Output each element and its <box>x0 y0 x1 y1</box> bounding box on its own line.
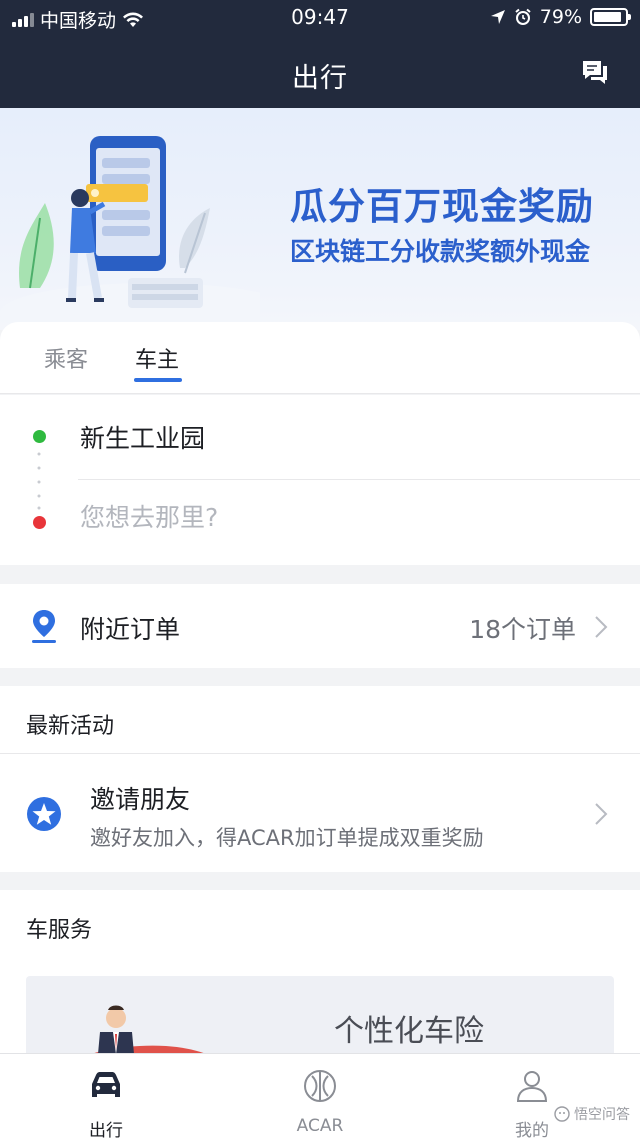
tabbar-item-travel[interactable]: 出行 <box>46 1054 166 1138</box>
status-bar: 中国移动 09:47 79% <box>0 0 640 36</box>
alarm-icon <box>515 8 531 25</box>
chevron-right-icon <box>595 803 608 825</box>
invite-description: 邀好友加入，得ACAR加订单提成双重奖励 <box>90 826 484 850</box>
acar-logo-icon <box>304 1070 336 1102</box>
tabbar-label-acar: ACAR <box>296 1116 344 1136</box>
car-service-section: 车服务 个性化车险 <box>0 890 640 1086</box>
nearby-orders-row[interactable]: 附近订单 18个订单 <box>0 584 640 668</box>
origin-field[interactable]: 新生工业园 <box>80 419 205 455</box>
tabbar-label-travel: 出行 <box>89 1121 123 1138</box>
tab-passenger[interactable]: 乘客 <box>44 342 88 374</box>
banner-illustration <box>0 136 260 330</box>
app-screen: 中国移动 09:47 79% 出行 瓜分百万现金奖励 区块链工分收款奖额外现金 … <box>0 0 640 1138</box>
active-tab-indicator <box>134 378 182 382</box>
banner-subtitle: 区块链工分收款奖额外现金 <box>290 237 591 266</box>
invite-friends-item[interactable]: 邀请朋友 邀好友加入，得ACAR加订单提成双重奖励 <box>0 754 640 872</box>
tabbar-item-acar[interactable]: ACAR <box>260 1054 380 1138</box>
nearby-orders-label: 附近订单 <box>80 615 181 644</box>
watermark-text: 悟空问答 <box>574 1107 630 1123</box>
watermark-logo-icon <box>554 1106 570 1122</box>
user-icon <box>516 1071 548 1102</box>
car-insurance-title: 个性化车险 <box>334 1014 484 1049</box>
tab-driver[interactable]: 车主 <box>135 342 179 374</box>
star-badge-icon <box>27 797 61 831</box>
chevron-right-icon <box>595 616 608 638</box>
location-pin-icon <box>32 610 56 643</box>
watermark: 悟空问答 <box>554 1104 630 1124</box>
nearby-orders-count: 18个订单 <box>469 615 576 644</box>
car-icon <box>92 1072 120 1097</box>
banner-title: 瓜分百万现金奖励 <box>290 185 594 228</box>
latest-activity-section: 最新活动 邀请朋友 邀好友加入，得ACAR加订单提成双重奖励 <box>0 686 640 872</box>
bottom-tab-bar: 出行 ACAR 我的 <box>0 1053 640 1138</box>
origin-dot-icon <box>33 430 46 443</box>
activity-section-title: 最新活动 <box>26 714 115 739</box>
route-dotted-line <box>37 452 41 510</box>
location-arrow-icon <box>490 10 505 24</box>
status-right: 79% <box>490 6 631 28</box>
service-section-title: 车服务 <box>26 918 93 943</box>
battery-icon <box>590 8 631 26</box>
promo-banner[interactable]: 瓜分百万现金奖励 区块链工分收款奖额外现金 <box>0 108 640 330</box>
tabbar-item-mine[interactable]: 我的 <box>472 1054 592 1138</box>
page-title: 出行 <box>292 63 348 94</box>
destination-dot-icon <box>33 516 46 529</box>
route-divider <box>78 479 640 480</box>
top-bar: 中国移动 09:47 79% 出行 <box>0 0 640 108</box>
route-card: 新生工业园 <box>0 395 640 565</box>
chat-bubbles-icon[interactable] <box>580 58 610 86</box>
invite-title: 邀请朋友 <box>90 785 191 814</box>
battery-percent: 79% <box>539 6 582 28</box>
role-tabs: 乘客 车主 <box>0 322 640 394</box>
destination-input[interactable] <box>80 503 580 532</box>
